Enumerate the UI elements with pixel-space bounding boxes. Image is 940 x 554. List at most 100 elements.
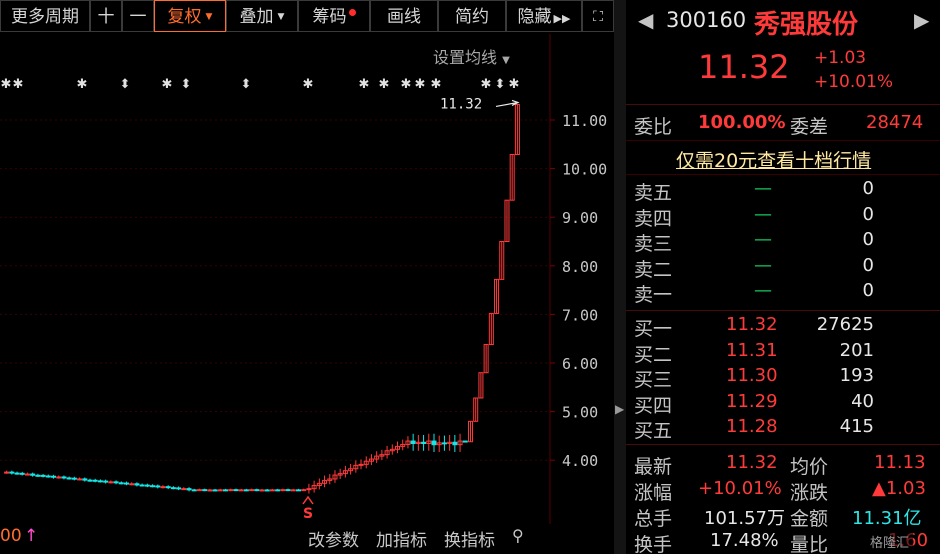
event-marker-icon: ✱ bbox=[359, 77, 370, 92]
event-marker-icon: ✱ bbox=[379, 77, 390, 92]
candle-body bbox=[30, 473, 36, 476]
bid-level-label: 买二 bbox=[634, 343, 673, 366]
event-marker-icon: ✱ bbox=[303, 77, 314, 92]
panel-splitter[interactable]: ▶ bbox=[614, 0, 626, 554]
candle-body bbox=[71, 477, 77, 480]
y-tick-label: 11.00 bbox=[562, 112, 607, 130]
bid-level-price: 11.28 bbox=[726, 416, 778, 437]
ask-level-label: 卖三 bbox=[634, 233, 673, 255]
chart-toolbar: 更多周期 十 一 复权 ▼ 叠加 ▼ 筹码 画线 简约 隐藏 ▶▶ ⛶ bbox=[0, 0, 614, 34]
event-marker-icon: ✱ bbox=[77, 77, 88, 92]
ask-level-volume: 0 bbox=[862, 178, 874, 199]
bid-ratio-value: 100.00% bbox=[698, 112, 786, 133]
price-change: +1.03 bbox=[814, 48, 867, 68]
sell-signal-marker: S bbox=[303, 506, 313, 522]
candle-body bbox=[103, 480, 109, 483]
y-tick-label: 10.00 bbox=[562, 161, 607, 179]
kline-chart-area[interactable]: 11.0010.009.008.007.006.005.004.00113.00… bbox=[0, 34, 614, 554]
candle-body bbox=[285, 489, 291, 492]
level2-promo-link[interactable]: 仅需20元查看十档行情 bbox=[676, 146, 871, 173]
volume-value: 101.57万 bbox=[704, 508, 785, 529]
amount-label: 金额 bbox=[790, 508, 829, 530]
candle-body bbox=[462, 440, 468, 443]
dropdown-icon: ▼ bbox=[502, 55, 510, 66]
candle-body bbox=[452, 441, 458, 446]
fullscreen-button[interactable]: ⛶ bbox=[582, 0, 614, 32]
bid-diff-label: 委差 bbox=[790, 116, 829, 138]
turnover-label: 换手 bbox=[634, 534, 673, 554]
candle-body bbox=[77, 478, 83, 481]
ask-level-price: — bbox=[754, 254, 772, 276]
ma-settings-dropdown[interactable]: 设置均线 ▼ bbox=[433, 44, 510, 68]
overlay-button[interactable]: 叠加 ▼ bbox=[226, 0, 298, 32]
prev-stock-icon[interactable]: ◀ bbox=[638, 8, 653, 32]
bid-diff-value: 28474 bbox=[866, 112, 924, 133]
divider-line bbox=[626, 104, 940, 105]
y-tick-label: 5.00 bbox=[562, 404, 598, 422]
candle-body bbox=[123, 482, 129, 485]
bid-level-volume: 193 bbox=[839, 365, 874, 386]
bid-level-price: 11.31 bbox=[726, 339, 778, 361]
event-marker-icon: ✱ bbox=[401, 77, 412, 92]
candle-body bbox=[431, 440, 437, 446]
draw-line-button[interactable]: 画线 bbox=[370, 0, 438, 32]
amount-value: 11.31亿 bbox=[852, 508, 922, 529]
candle-body bbox=[35, 474, 41, 477]
y-tick-label: 8.00 bbox=[562, 258, 598, 276]
simple-mode-button[interactable]: 简约 bbox=[438, 0, 506, 32]
ask-level-price: — bbox=[754, 280, 772, 301]
candle-body bbox=[295, 489, 301, 492]
candle-body bbox=[144, 484, 150, 487]
zoom-out-button[interactable]: 一 bbox=[122, 0, 154, 32]
search-icon[interactable]: ⚲ bbox=[512, 526, 524, 545]
candle-body bbox=[196, 489, 202, 492]
change-params-button[interactable]: 改参数 bbox=[308, 526, 359, 551]
kline-chart[interactable]: 11.0010.009.008.007.006.005.004.00113.00… bbox=[0, 34, 614, 524]
add-indicator-button[interactable]: 加指标 bbox=[376, 526, 427, 551]
candle-body bbox=[45, 475, 51, 478]
bid-level-volume: 415 bbox=[839, 416, 874, 437]
chips-button[interactable]: 筹码 bbox=[298, 0, 370, 32]
candle-body bbox=[254, 489, 260, 492]
avg-value: 11.13 bbox=[874, 452, 926, 473]
candle-body bbox=[249, 489, 255, 492]
candle-body bbox=[97, 480, 103, 483]
candle-body bbox=[87, 479, 93, 482]
event-marker-icon: ✱ bbox=[415, 77, 426, 92]
last-price-label: 11.32 bbox=[440, 96, 482, 112]
candle-body bbox=[410, 440, 416, 444]
next-stock-icon[interactable]: ▶ bbox=[914, 8, 929, 32]
dropdown-icon: ▼ bbox=[277, 12, 285, 22]
bid-level-volume: 27625 bbox=[816, 314, 874, 335]
candle-body bbox=[181, 488, 187, 491]
quote-panel: ◀ 300160 秀强股份 ▶ 11.32 +1.03 +10.01% 委比 1… bbox=[626, 0, 940, 554]
candle-body bbox=[134, 483, 140, 486]
turnover-value: 17.48% bbox=[710, 530, 779, 551]
candle-body bbox=[56, 476, 62, 479]
collapse-arrow-icon[interactable]: ▶ bbox=[615, 402, 624, 420]
latest-value: 11.32 bbox=[726, 452, 778, 473]
candle-body bbox=[301, 489, 307, 492]
hide-button[interactable]: 隐藏 ▶▶ bbox=[506, 0, 582, 32]
candle-body bbox=[264, 489, 270, 492]
more-periods-button[interactable]: 更多周期 bbox=[0, 0, 90, 32]
y-tick-label: 9.00 bbox=[562, 209, 598, 227]
candle-body bbox=[186, 488, 192, 491]
arrow-up-icon: ↑ bbox=[24, 526, 39, 546]
switch-indicator-button[interactable]: 换指标 bbox=[444, 526, 495, 551]
candle-body bbox=[51, 475, 57, 478]
candle-body bbox=[108, 481, 114, 484]
ask-level-volume: 0 bbox=[862, 203, 874, 225]
candle-body bbox=[24, 473, 30, 476]
candle-body bbox=[238, 489, 244, 492]
adjust-button[interactable]: 复权 ▼ bbox=[154, 0, 226, 32]
notification-dot-icon bbox=[348, 9, 356, 16]
candle-body bbox=[40, 474, 46, 477]
candle-body bbox=[280, 489, 286, 492]
candle-body bbox=[191, 489, 197, 492]
zoom-in-button[interactable]: 十 bbox=[90, 0, 122, 32]
divider-line bbox=[626, 444, 940, 445]
chg-value: ▲1.03 bbox=[872, 478, 926, 499]
candle-body bbox=[19, 472, 25, 475]
ask-level-volume: 0 bbox=[862, 280, 874, 301]
